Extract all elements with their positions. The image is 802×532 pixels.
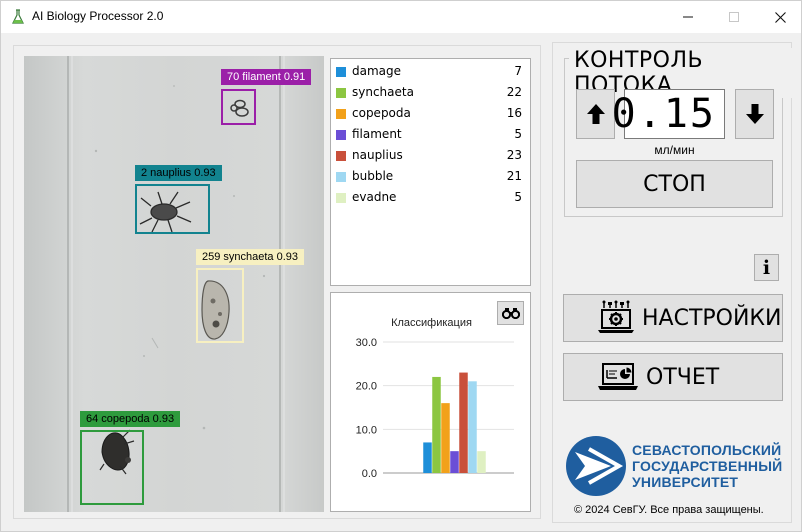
maximize-icon [729, 12, 739, 22]
legend-item-bubble[interactable]: bubble 21 [336, 166, 526, 187]
detection-box-nauplius [135, 184, 210, 234]
legend-count: 7 [514, 64, 522, 78]
arrow-up-icon [586, 104, 605, 124]
legend-count: 21 [506, 169, 522, 183]
legend-item-damage[interactable]: damage 7 [336, 61, 526, 82]
legend-count: 22 [506, 85, 522, 99]
y-tick-label: 10.0 [356, 424, 377, 436]
minimize-icon [683, 16, 693, 18]
bar-bubble [468, 381, 477, 473]
camera-image [24, 56, 324, 512]
flask-icon [12, 9, 24, 24]
y-tick-label: 0.0 [362, 468, 377, 480]
flow-rate-display: 0.15 [612, 89, 725, 139]
flow-decrease-button[interactable] [735, 89, 774, 139]
report-button[interactable]: ОТЧЕТ [563, 353, 783, 401]
window-title: AI Biology Processor 2.0 [32, 9, 164, 23]
legend-name: bubble [352, 169, 394, 183]
title-bar[interactable]: AI Biology Processor 2.0 [1, 1, 801, 33]
legend-swatch [336, 151, 346, 161]
legend-item-evadne[interactable]: evadne 5 [336, 187, 526, 208]
detection-label-filament: 70 filament 0.91 [221, 69, 312, 85]
settings-button-label: НАСТРОЙКИ [642, 305, 782, 331]
classification-legend: damage 7 synchaeta 22 copepoda 16 filame… [330, 58, 531, 286]
info-button[interactable]: i [754, 254, 779, 281]
legend-swatch [336, 67, 346, 77]
legend-count: 23 [506, 148, 522, 162]
y-tick-label: 30.0 [356, 337, 377, 349]
legend-count: 5 [514, 127, 522, 141]
close-icon [774, 11, 786, 23]
detection-label-nauplius: 2 nauplius 0.93 [135, 165, 222, 181]
maximize-button[interactable] [711, 1, 757, 33]
report-button-label: ОТЧЕТ [646, 364, 720, 390]
legend-item-synchaeta[interactable]: synchaeta 22 [336, 82, 526, 103]
settings-button[interactable]: НАСТРОЙКИ [563, 294, 783, 342]
copyright-text: © 2024 СевГУ. Все права защищены. [574, 504, 764, 516]
legend-name: copepoda [352, 106, 411, 120]
close-button[interactable] [757, 1, 802, 33]
legend-swatch [336, 130, 346, 140]
arrow-down-icon [745, 104, 764, 124]
legend-item-nauplius[interactable]: nauplius 23 [336, 145, 526, 166]
bar-synchaeta [432, 376, 441, 473]
minimize-button[interactable] [665, 1, 711, 33]
app-window: AI Biology Processor 2.0 70 filament 0.9… [0, 0, 802, 532]
legend-name: synchaeta [352, 85, 414, 99]
legend-count: 5 [514, 190, 522, 204]
university-name-line2: ГОСУДАРСТВЕННЫЙ [632, 458, 783, 474]
detection-box-copepoda [80, 430, 144, 505]
chart-title: Классификация [391, 317, 472, 329]
bar-evadne [477, 451, 486, 473]
legend-name: damage [352, 64, 402, 78]
legend-name: filament [352, 127, 402, 141]
y-tick-label: 20.0 [356, 381, 377, 393]
detection-box-filament [221, 89, 256, 125]
detection-label-copepoda: 64 copepoda 0.93 [80, 411, 181, 427]
legend-name: evadne [352, 190, 397, 204]
legend-name: nauplius [352, 148, 403, 162]
classification-chart: Классификация 0.0 10.0 20.0 30.0 [330, 292, 531, 512]
bar-damage [423, 442, 432, 473]
report-laptop-icon [598, 363, 638, 390]
flow-unit-label: мл/мин [654, 143, 695, 157]
university-name: СЕВАСТОПОЛЬСКИЙ ГОСУДАРСТВЕННЫЙ УНИВЕРСИ… [632, 442, 782, 490]
camera-view: 70 filament 0.91 2 nauplius 0.93 259 syn… [24, 56, 324, 512]
legend-item-filament[interactable]: filament 5 [336, 124, 526, 145]
legend-swatch [336, 109, 346, 119]
flow-increase-button[interactable] [576, 89, 615, 139]
university-logo [566, 436, 626, 496]
detection-label-synchaeta: 259 synchaeta 0.93 [196, 249, 305, 265]
settings-laptop-icon [598, 300, 634, 333]
legend-swatch [336, 172, 346, 182]
stop-button[interactable]: СТОП [576, 160, 773, 208]
legend-swatch [336, 193, 346, 203]
university-name-line1: СЕВАСТОПОЛЬСКИЙ [632, 442, 782, 458]
university-name-line3: УНИВЕРСИТЕТ [632, 474, 739, 490]
legend-item-copepoda[interactable]: copepoda 16 [336, 103, 526, 124]
bar-nauplius [459, 372, 468, 473]
legend-swatch [336, 88, 346, 98]
bar-filament [450, 451, 459, 473]
legend-count: 16 [506, 106, 522, 120]
bar-copepoda [441, 403, 450, 473]
detection-box-synchaeta [196, 268, 244, 343]
